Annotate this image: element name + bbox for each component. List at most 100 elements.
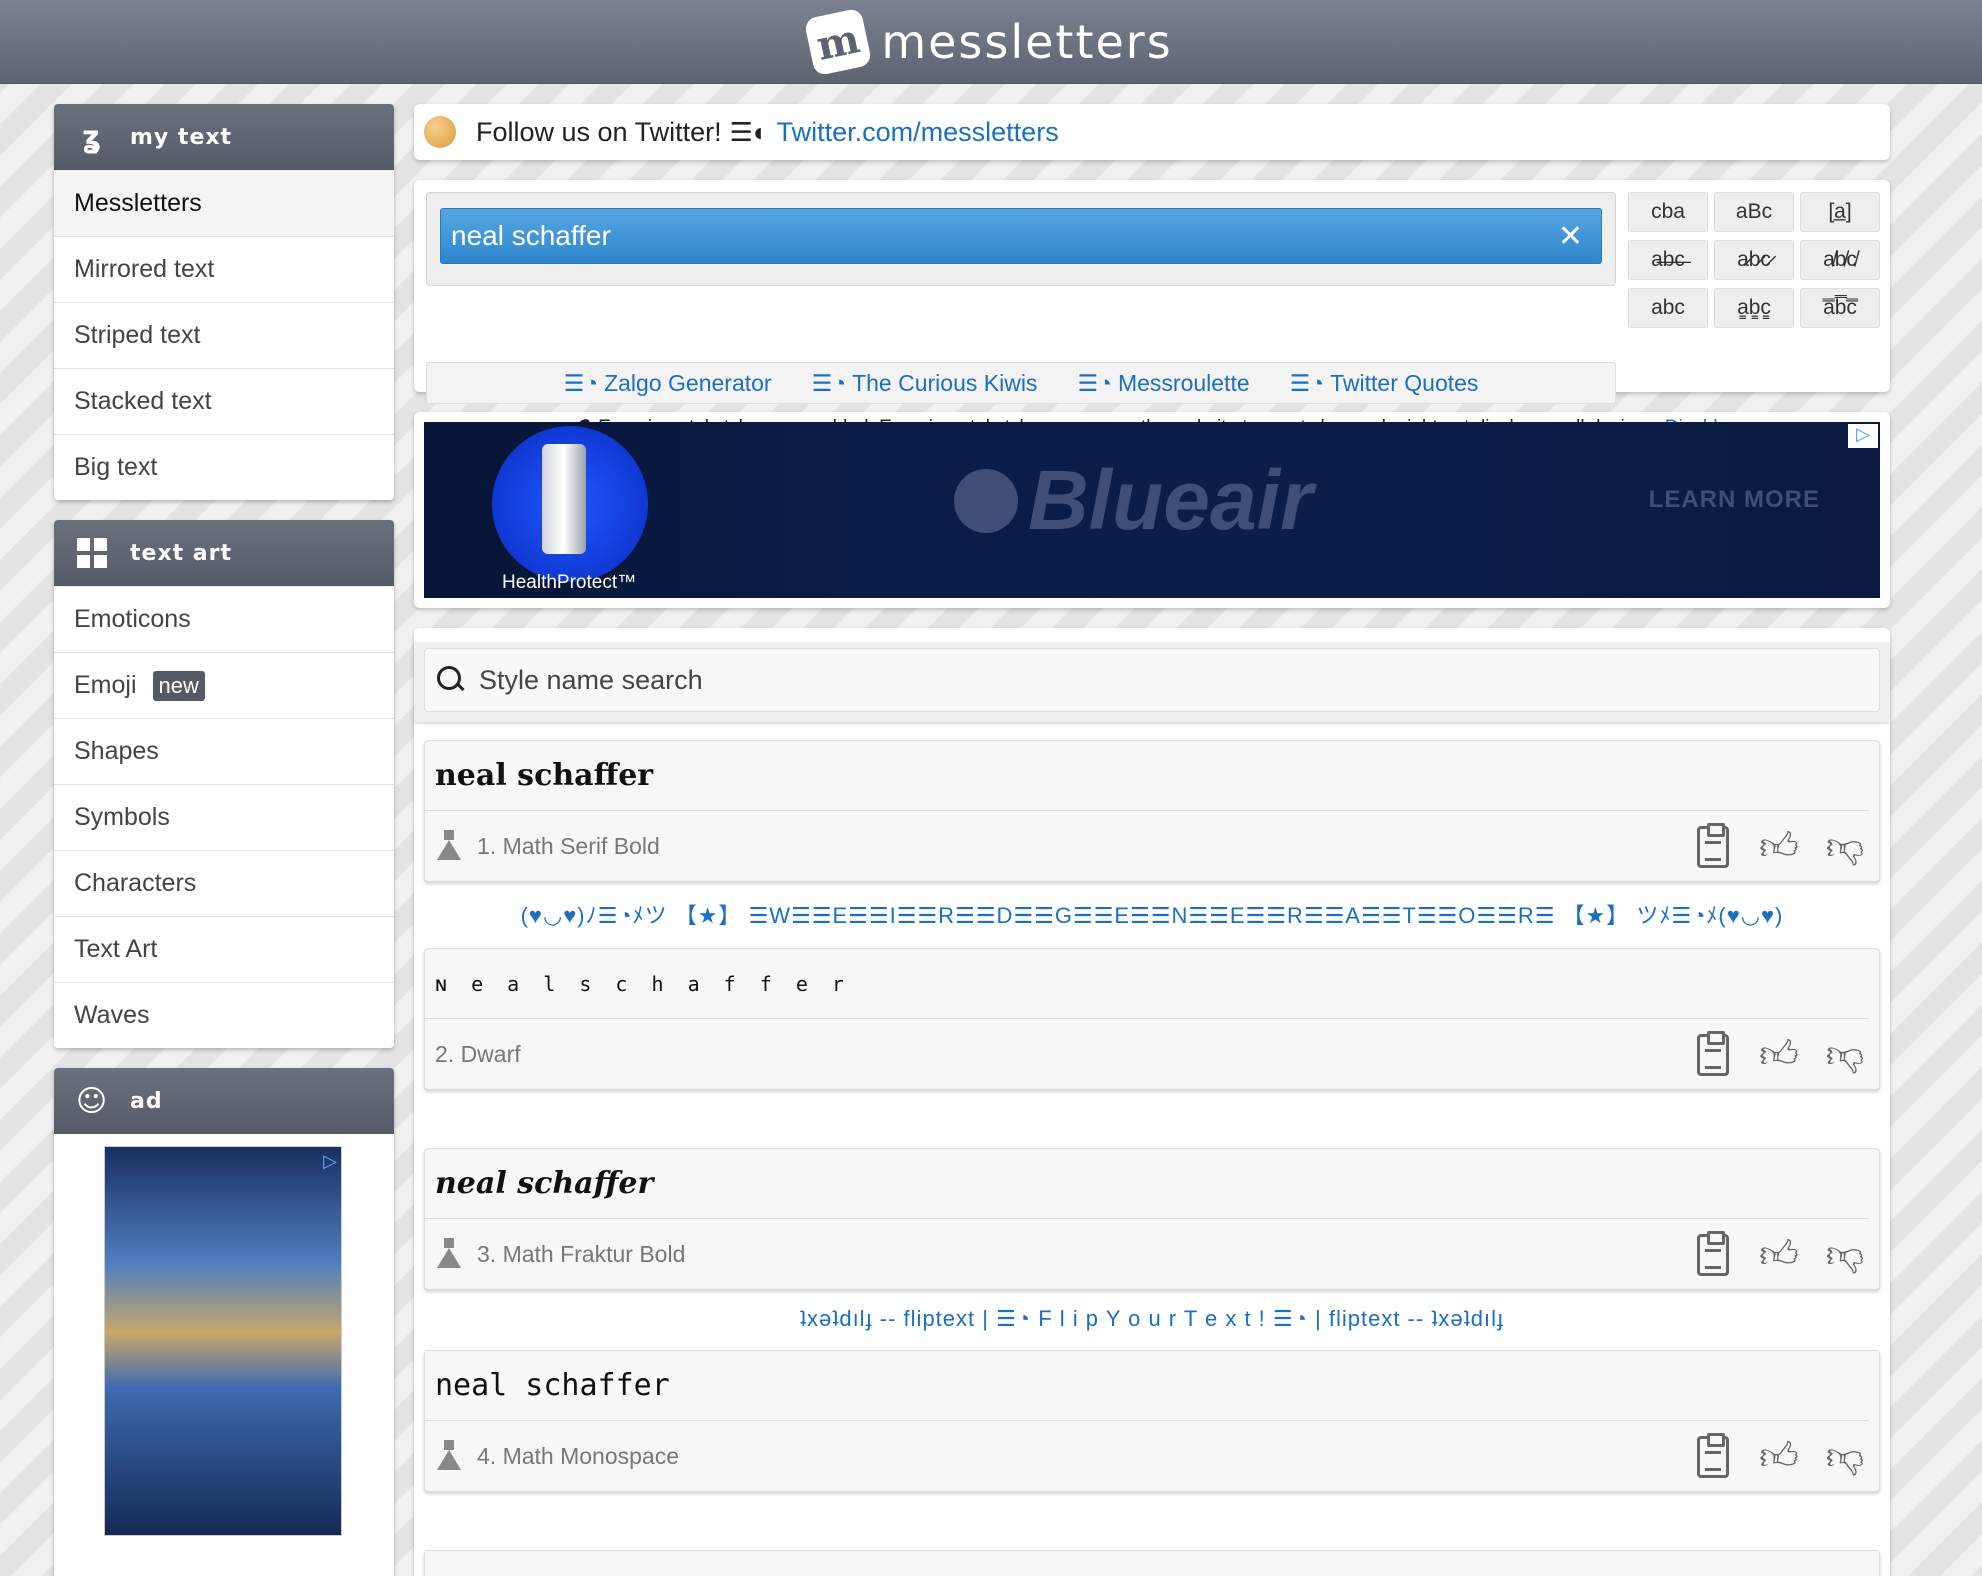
cross-strike-button[interactable]: a̸b̸c̸ [1800, 240, 1880, 280]
style-output[interactable]: ɴ e a l s c h a f f e r [425, 949, 1869, 1019]
dislike-button[interactable]: 👎︎ [1825, 1233, 1865, 1277]
clipboard-icon [1697, 823, 1729, 868]
thumbs-up-icon: 👍︎ [1759, 825, 1799, 868]
document-icon: ☰◐ [729, 116, 769, 147]
banner-ad[interactable]: HealthProtect™ Blueair LEARN MORE ▷ [424, 422, 1880, 598]
fliptext-promo[interactable]: ʇxǝʇdılɟ -- fliptext | ☰◔ F l i p Y o u … [424, 1306, 1880, 1332]
flask-icon [435, 1440, 463, 1472]
style-output[interactable]: neal schaffer [425, 741, 1869, 811]
face-icon: ☺ [75, 1083, 109, 1119]
twitter-link[interactable]: Twitter.com/messletters [777, 117, 1059, 148]
dislike-button[interactable]: 👎︎ [1825, 1435, 1865, 1479]
banner-ad-card: HealthProtect™ Blueair LEARN MORE ▷ [414, 412, 1890, 608]
double-underline-button[interactable]: a̳b̳c̳ [1714, 288, 1794, 328]
sidebar-item-big-text[interactable]: Big text [54, 434, 394, 500]
adchoices-icon[interactable]: ▷ [323, 1151, 337, 1172]
dislike-button[interactable]: 👎︎ [1825, 825, 1865, 869]
style-card-4: neal schaffer 4. Math Monospace 👍︎ 👎︎ [424, 1350, 1880, 1492]
sidebar-item-messletters[interactable]: Messletters [54, 170, 394, 236]
style-actions: 👍︎ 👎︎ [1693, 1433, 1865, 1479]
site-logo[interactable]: m messletters [803, 7, 1172, 76]
clipboard-icon [1697, 1031, 1729, 1076]
quick-link-twitter-quotes[interactable]: ☰◔ Twitter Quotes [1290, 370, 1479, 397]
banner-brand: Blueair [954, 452, 1313, 549]
my-text-header: ʓ my text [54, 104, 394, 170]
sidebar-item-emoji[interactable]: Emoji new [54, 652, 394, 718]
ad-panel: ☺ ad ▷ [54, 1068, 394, 1576]
copy-button[interactable] [1693, 1031, 1733, 1077]
flask-icon [435, 830, 463, 862]
text-input[interactable]: neal schaffer ✕ [440, 208, 1602, 264]
dislike-button[interactable]: 👎︎ [1825, 1033, 1865, 1077]
like-button[interactable]: 👍︎ [1759, 825, 1799, 869]
slash-strike-button[interactable]: a̷b̷c̷ [1714, 240, 1794, 280]
text-art-panel: text art Emoticons Emoji new Shapes Symb… [54, 520, 394, 1048]
copy-button[interactable] [1693, 1433, 1733, 1479]
quick-link-curious-kiwis[interactable]: ☰◔ The Curious Kiwis [812, 370, 1038, 397]
sidebar: ʓ my text Messletters Mirrored text Stri… [54, 104, 394, 1576]
style-output[interactable]: neal schaffer [425, 1351, 1869, 1421]
sidebar-item-text-art[interactable]: Text Art [54, 916, 394, 982]
moon-icon [424, 116, 456, 148]
like-button[interactable]: 👍︎ [1759, 1233, 1799, 1277]
text-art-title: text art [130, 540, 233, 566]
side-ad-area: ▷ [54, 1134, 394, 1576]
style-card-5 [424, 1550, 1880, 1576]
learn-more-button[interactable]: LEARN MORE [1649, 486, 1820, 514]
ad-header: ☺ ad [54, 1068, 394, 1134]
overline-button[interactable]: a̿b̿c̿ [1800, 288, 1880, 328]
style-name: 4. Math Monospace [477, 1442, 680, 1469]
style-name: 3. Math Fraktur Bold [477, 1240, 686, 1267]
ad-title: ad [130, 1088, 163, 1114]
thumbs-down-icon: 👎︎ [1825, 1435, 1865, 1478]
adchoices-icon[interactable]: ▷ [1848, 424, 1878, 448]
banner-subtitle: HealthProtect™ [502, 572, 637, 593]
search-icon [437, 666, 465, 694]
sidebar-item-symbols[interactable]: Symbols [54, 784, 394, 850]
transform-buttons: cba aBc [a̲] a̶b̶c̶ a̷b̷c̷ a̸b̸c̸ abc a̳… [1628, 192, 1880, 328]
style-footer: 2. Dwarf 👍︎ 👎︎ [425, 1019, 1879, 1089]
thumbs-down-icon: 👎︎ [1825, 825, 1865, 868]
style-actions: 👍︎ 👎︎ [1693, 1031, 1865, 1077]
strike-button[interactable]: a̶b̶c̶ [1628, 240, 1708, 280]
copy-button[interactable] [1693, 1231, 1733, 1277]
style-card-3: neal schaffer 3. Math Fraktur Bold 👍︎ 👎︎ [424, 1148, 1880, 1290]
zigzag-icon: ʓ [81, 119, 103, 155]
new-badge: new [152, 670, 205, 701]
sidebar-item-striped-text[interactable]: Striped text [54, 302, 394, 368]
sidebar-item-emoticons[interactable]: Emoticons [54, 586, 394, 652]
underline-button[interactable]: abc [1628, 288, 1708, 328]
style-actions: 👍︎ 👎︎ [1693, 823, 1865, 869]
bracket-button[interactable]: [a̲] [1800, 192, 1880, 232]
quick-link-zalgo[interactable]: ☰◔ Zalgo Generator [564, 370, 772, 397]
quick-link-messroulette[interactable]: ☰◔ Messroulette [1077, 370, 1249, 397]
sidebar-item-shapes[interactable]: Shapes [54, 718, 394, 784]
weirdgenerator-promo[interactable]: (♥◡♥)ﾉ☰◔ﾒツ 【★】 ☰W☰☰E☰☰I☰☰R☰☰D☰☰G☰☰E☰☰N☰☰… [424, 898, 1880, 930]
quick-links: ☰◔ Zalgo Generator ☰◔ The Curious Kiwis ☰◔… [426, 363, 1616, 403]
my-text-panel: ʓ my text Messletters Mirrored text Stri… [54, 104, 394, 500]
clipboard-icon [1697, 1433, 1729, 1478]
thumbs-up-icon: 👍︎ [1759, 1435, 1799, 1478]
sidebar-item-characters[interactable]: Characters [54, 850, 394, 916]
style-search-input[interactable]: Style name search [424, 648, 1880, 712]
style-card-2: ɴ e a l s c h a f f e r 2. Dwarf 👍︎ 👎︎ [424, 948, 1880, 1090]
editor-card: neal schaffer ✕ cba aBc [a̲] a̶b̶c̶ a̷b̷… [414, 180, 1890, 438]
document-icon: ☰◔ [563, 369, 599, 396]
sidebar-item-stacked-text[interactable]: Stacked text [54, 368, 394, 434]
copy-button[interactable] [1693, 823, 1733, 869]
sidebar-item-mirrored-text[interactable]: Mirrored text [54, 236, 394, 302]
main-content: Follow us on Twitter! ☰◐ Twitter.com/mes… [414, 104, 1890, 1576]
clear-icon[interactable]: ✕ [1558, 219, 1583, 254]
grid-icon [76, 537, 108, 569]
document-icon: ☰◔ [1289, 369, 1325, 396]
style-output[interactable]: neal schaffer [425, 1149, 1869, 1219]
sidebar-item-waves[interactable]: Waves [54, 982, 394, 1048]
reverse-button[interactable]: cba [1628, 192, 1708, 232]
like-button[interactable]: 👍︎ [1759, 1033, 1799, 1077]
side-ad-image[interactable]: ▷ [104, 1146, 342, 1536]
document-icon: ☰◔ [811, 369, 847, 396]
like-button[interactable]: 👍︎ [1759, 1435, 1799, 1479]
alternate-case-button[interactable]: aBc [1714, 192, 1794, 232]
